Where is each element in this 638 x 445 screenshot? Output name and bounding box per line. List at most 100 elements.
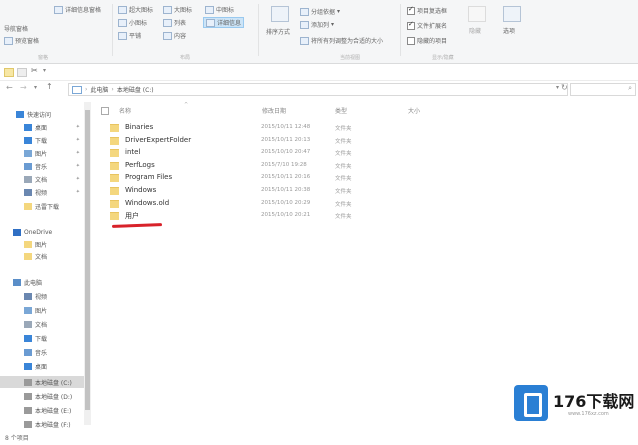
file-row[interactable]: Binaries 2015/10/11 12:48 文件夹: [108, 122, 448, 134]
ribbon: 导航窗格 预览窗格 详细信息窗格 窗格 超大图标 大图标 中图标 小图标 列表 …: [0, 0, 638, 64]
pin-icon: ✦: [75, 124, 80, 130]
nav-item-label: 文档: [35, 176, 48, 184]
recent-chevron-icon[interactable]: ▾: [34, 84, 37, 91]
address-box[interactable]: › 此电脑 › 本地磁盘 (C:): [68, 83, 568, 96]
sort-arrow-icon: ^: [184, 102, 189, 108]
large-icon: [163, 5, 172, 14]
nav-item[interactable]: 迅雷下载: [0, 200, 90, 212]
column-type[interactable]: 类型: [335, 106, 347, 115]
file-row[interactable]: Windows.old 2015/10/10 20:29 文件夹: [108, 198, 448, 210]
details-pane-icon: [54, 5, 63, 14]
nav-item[interactable]: 本地磁盘 (C:): [0, 376, 90, 388]
hide-selected-button[interactable]: 隐藏: [469, 26, 481, 35]
nav-item[interactable]: 桌面: [0, 360, 90, 372]
chevron-down-icon[interactable]: ▾: [43, 67, 46, 74]
file-extension-toggle[interactable]: 文件扩展名: [407, 20, 447, 30]
nav-item[interactable]: 图片: [0, 238, 90, 250]
nav-item[interactable]: 视频 ✦: [0, 186, 90, 198]
folder-icon: [110, 199, 119, 208]
layout-large[interactable]: 大图标: [163, 5, 192, 14]
layout-medium[interactable]: 中图标: [205, 5, 234, 14]
column-date[interactable]: 修改日期: [262, 106, 286, 115]
forward-icon[interactable]: →: [20, 83, 27, 92]
nav-item[interactable]: 此电脑: [0, 276, 90, 288]
group-label-current-view: 当前视图: [340, 55, 361, 61]
desktop-icon: [24, 123, 32, 131]
star-icon: [16, 110, 24, 118]
file-name: Program Files: [125, 173, 173, 182]
preview-pane-button[interactable]: 预览窗格: [4, 36, 39, 45]
file-row[interactable]: Program Files 2015/10/11 20:16 文件夹: [108, 172, 448, 184]
preview-pane-icon: [4, 36, 13, 45]
select-all-checkbox[interactable]: [101, 107, 109, 115]
layout-small[interactable]: 小图标: [118, 18, 147, 27]
file-date: 2015/10/10 20:29: [261, 199, 311, 206]
file-row[interactable]: intel 2015/10/10 20:47 文件夹: [108, 147, 448, 159]
nav-item[interactable]: 本地磁盘 (E:): [0, 404, 90, 416]
nav-item[interactable]: 音乐: [0, 346, 90, 358]
file-row[interactable]: 用户 2015/10/10 20:21 文件夹: [108, 210, 448, 222]
file-list: 名称 ^ 修改日期 类型 大小 Binaries 2015/10/11 12:48…: [98, 100, 618, 420]
breadcrumb-this-pc[interactable]: 此电脑: [90, 85, 108, 94]
column-name[interactable]: 名称: [119, 106, 131, 115]
properties-icon[interactable]: [17, 68, 27, 77]
nav-item[interactable]: 本地磁盘 (F:): [0, 418, 90, 430]
tiles-icon: [118, 31, 127, 40]
nav-item[interactable]: 文档 ✦: [0, 173, 90, 185]
folder-icon[interactable]: [4, 68, 14, 77]
nav-item[interactable]: 下载: [0, 332, 90, 344]
picture-icon: [24, 306, 32, 314]
group-label-show-hide: 显示/隐藏: [432, 55, 454, 61]
address-dropdown-icon[interactable]: ▾: [556, 84, 559, 91]
nav-item[interactable]: 文档: [0, 318, 90, 330]
hidden-items-toggle[interactable]: 隐藏的项目: [407, 36, 447, 45]
layout-xlarge[interactable]: 超大图标: [118, 5, 153, 14]
up-icon[interactable]: ↑: [46, 82, 53, 91]
layout-details[interactable]: 详细信息: [203, 17, 245, 28]
nav-item[interactable]: 桌面 ✦: [0, 121, 90, 133]
file-row[interactable]: PerfLogs 2015/7/10 19:28 文件夹: [108, 160, 448, 172]
file-row[interactable]: Windows 2015/10/11 20:38 文件夹: [108, 185, 448, 197]
download-icon: [24, 136, 32, 144]
nav-pane-button[interactable]: 导航窗格: [4, 24, 28, 33]
nav-item[interactable]: OneDrive: [0, 226, 90, 238]
nav-item[interactable]: 下载 ✦: [0, 134, 90, 146]
nav-item-label: 本地磁盘 (E:): [35, 407, 72, 415]
layout-list[interactable]: 列表: [163, 18, 186, 27]
back-icon[interactable]: ←: [6, 83, 13, 92]
group-by-icon: [300, 7, 309, 16]
add-column-button[interactable]: 添加列 ▾: [300, 20, 334, 29]
file-row[interactable]: DriverExpertFolder 2015/10/11 20:13 文件夹: [108, 135, 448, 147]
options-button[interactable]: 选项: [503, 26, 515, 35]
layout-content[interactable]: 内容: [163, 31, 186, 40]
item-checkbox-toggle[interactable]: 项目复选框: [407, 5, 447, 15]
refresh-icon[interactable]: ↻: [561, 83, 568, 92]
nav-item[interactable]: 图片: [0, 304, 90, 316]
content-icon: [163, 31, 172, 40]
nav-item-label: 视频: [35, 189, 48, 197]
file-type: 文件夹: [335, 189, 352, 195]
cut-icon[interactable]: ✂: [31, 66, 38, 75]
address-bar-row: ← → ▾ ↑ › 此电脑 › 本地磁盘 (C:) ▾ ↻ ⌕: [0, 81, 638, 97]
details-pane-button[interactable]: 详细信息窗格: [54, 5, 101, 14]
layout-tiles[interactable]: 平铺: [118, 31, 141, 40]
nav-scrollbar[interactable]: [84, 102, 91, 425]
search-input[interactable]: ⌕: [570, 83, 636, 96]
size-columns-button[interactable]: 将所有列调整为合适的大小: [300, 36, 383, 45]
nav-scrollbar-thumb[interactable]: [85, 110, 90, 410]
nav-item-label: 本地磁盘 (D:): [35, 393, 73, 401]
sort-button[interactable]: 排序方式: [266, 27, 290, 36]
checkbox: [407, 20, 415, 30]
file-name: Windows: [125, 186, 157, 194]
nav-pane-label: 导航窗格: [4, 26, 29, 33]
nav-item[interactable]: 本地磁盘 (D:): [0, 390, 90, 402]
nav-item[interactable]: 快速访问: [0, 108, 90, 120]
column-size[interactable]: 大小: [408, 106, 420, 115]
nav-item[interactable]: 文档: [0, 250, 90, 262]
nav-item[interactable]: 音乐 ✦: [0, 160, 90, 172]
breadcrumb-c-drive[interactable]: 本地磁盘 (C:): [117, 85, 154, 94]
group-by-button[interactable]: 分组依据 ▾: [300, 7, 340, 16]
nav-item[interactable]: 视频: [0, 290, 90, 302]
cloud-icon: [13, 228, 21, 236]
nav-item[interactable]: 图片 ✦: [0, 147, 90, 159]
